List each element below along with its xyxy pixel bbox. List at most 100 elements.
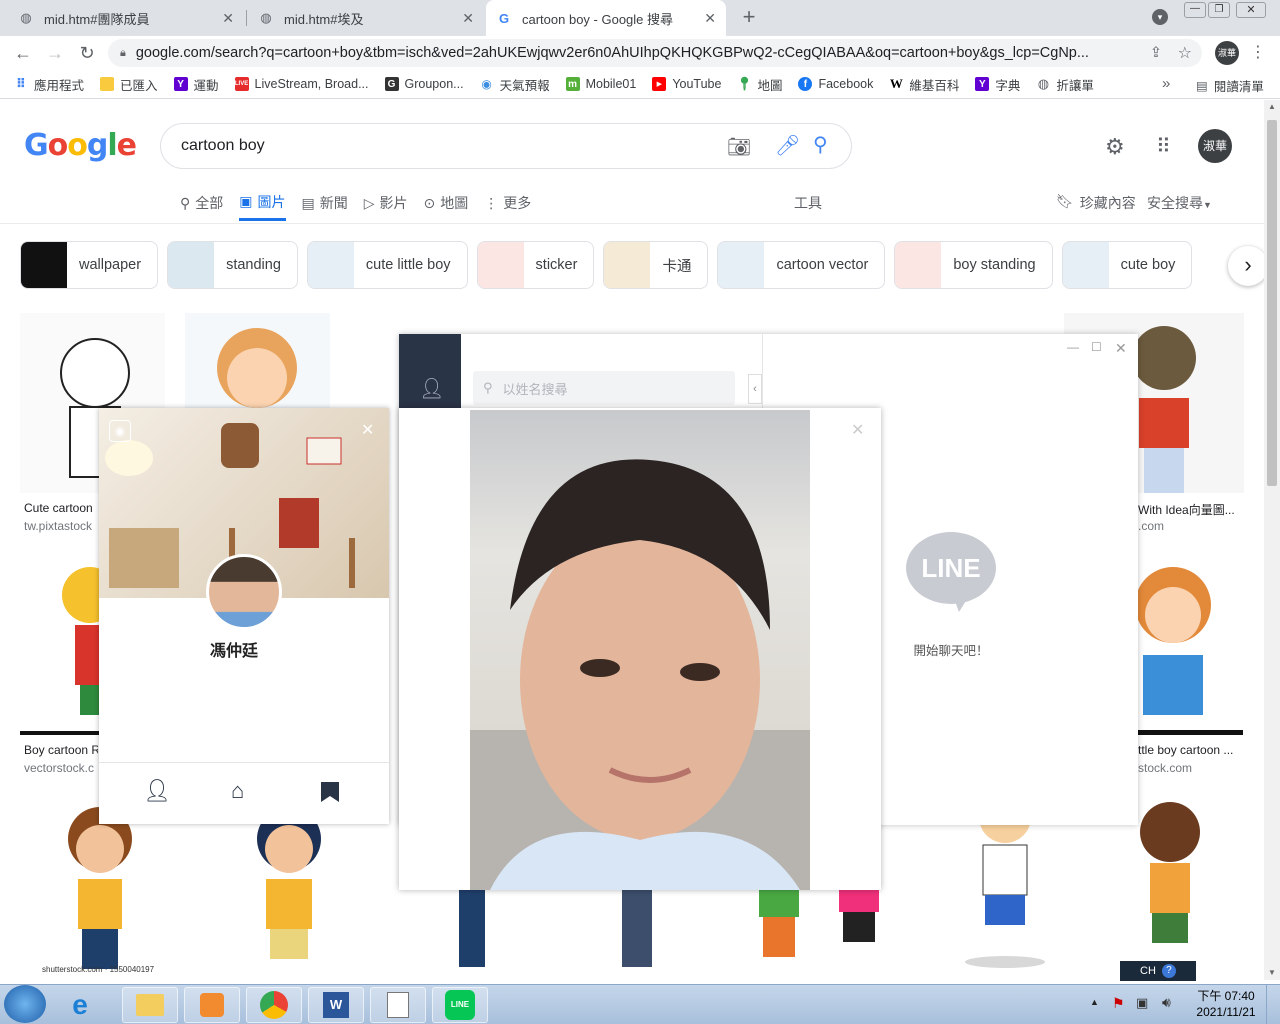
- collapse-list-button[interactable]: ‹: [748, 374, 762, 404]
- forward-arrow-icon[interactable]: →: [40, 38, 70, 68]
- share-icon[interactable]: ⇪: [1150, 45, 1162, 61]
- result-source[interactable]: .com: [1138, 519, 1238, 533]
- account-avatar[interactable]: 淑華: [1198, 129, 1232, 163]
- volume-icon[interactable]: 🔊︎: [1162, 994, 1171, 1011]
- close-icon[interactable]: ✕: [222, 10, 234, 27]
- result-caption[interactable]: Boy cartoon R: [24, 743, 98, 757]
- settings-gear-icon[interactable]: ⚙: [1105, 134, 1125, 160]
- chrome-menu-icon[interactable]: ⋮: [1250, 42, 1266, 62]
- profile-avatar[interactable]: 淑華: [1215, 41, 1239, 65]
- bookmark-facebook[interactable]: f Facebook: [798, 77, 873, 91]
- taskbar-notepad[interactable]: [370, 987, 426, 1023]
- saved-button[interactable]: 🔖︎ 珍藏內容: [1056, 193, 1136, 213]
- show-desktop-button[interactable]: [1266, 985, 1280, 1024]
- bookmark-wikipedia[interactable]: W 維基百科: [889, 75, 960, 94]
- tab-search-icon[interactable]: ▾: [1152, 9, 1168, 25]
- google-apps-icon[interactable]: ⠿: [1156, 134, 1171, 159]
- chip-boy-standing[interactable]: boy standing: [894, 241, 1053, 289]
- taskbar-media-player[interactable]: [184, 987, 240, 1023]
- tab-images[interactable]: ▣ 圖片: [239, 185, 286, 221]
- bookmark-dictionary[interactable]: Y 字典: [975, 75, 1020, 94]
- chip-wallpaper[interactable]: wallpaper: [20, 241, 159, 289]
- bookmark-star-icon[interactable]: ☆: [1178, 43, 1192, 63]
- close-icon[interactable]: ✕: [851, 420, 864, 440]
- line-search-field[interactable]: ⚲ 以姓名搜尋: [473, 371, 735, 405]
- bookmark-groupon[interactable]: G Groupon...: [384, 77, 464, 91]
- bookmark-sports[interactable]: Y 運動: [173, 75, 219, 94]
- bookmark-imported[interactable]: 已匯入: [100, 75, 158, 94]
- bookmark-discount[interactable]: ◍ 折讓單: [1036, 75, 1094, 94]
- profile-settings-icon[interactable]: 👤︎: [143, 778, 171, 804]
- tools-button[interactable]: 工具: [794, 193, 822, 213]
- result-source[interactable]: tw.pixtastock: [24, 519, 98, 533]
- close-button[interactable]: ✕: [1115, 340, 1127, 357]
- search-box[interactable]: cartoon boy 📷︎ 🎤︎ ⚲: [160, 123, 852, 169]
- chip-sticker[interactable]: sticker: [476, 241, 595, 289]
- reading-list-button[interactable]: ▤ 閱讀清單: [1196, 76, 1264, 95]
- page-scrollbar[interactable]: ▲ ▼: [1264, 100, 1280, 980]
- tab-egypt[interactable]: ◍ mid.htm#埃及 ✕: [248, 0, 484, 36]
- tab-google-search[interactable]: G cartoon boy - Google 搜尋 ✕: [486, 0, 726, 36]
- scrollbar-thumb[interactable]: [1267, 120, 1277, 486]
- close-icon[interactable]: ✕: [704, 10, 716, 27]
- tab-news[interactable]: ▤ 新聞: [302, 185, 348, 221]
- back-arrow-icon[interactable]: ←: [8, 38, 38, 68]
- chip-cute-boy[interactable]: cute boy: [1061, 241, 1193, 289]
- camera-icon[interactable]: ◉: [109, 420, 131, 442]
- flag-icon[interactable]: ⚑: [1112, 995, 1125, 1012]
- bookmark-icon[interactable]: [321, 782, 339, 802]
- result-source[interactable]: vectorstock.c: [24, 761, 98, 775]
- taskbar-chrome[interactable]: [246, 987, 302, 1023]
- taskbar-file-explorer[interactable]: [122, 987, 178, 1023]
- result-source[interactable]: stock.com: [1138, 761, 1238, 775]
- bookmark-apps[interactable]: ⠿ 應用程式: [14, 75, 84, 94]
- search-icon[interactable]: ⚲: [813, 132, 828, 157]
- taskbar-word[interactable]: W: [308, 987, 364, 1023]
- friends-icon[interactable]: 👤︎: [419, 376, 444, 400]
- google-logo[interactable]: Google: [24, 128, 137, 163]
- tab-videos[interactable]: ▷ 影片: [364, 185, 408, 221]
- profile-avatar[interactable]: [206, 554, 282, 630]
- result-image[interactable]: [204, 797, 378, 977]
- taskbar-line[interactable]: LINE: [432, 987, 488, 1023]
- result-caption[interactable]: Cute cartoon: [24, 501, 98, 515]
- camera-icon[interactable]: 📷︎: [727, 135, 751, 159]
- close-icon[interactable]: ✕: [361, 420, 374, 440]
- network-icon[interactable]: ▣: [1136, 995, 1148, 1011]
- maximize-button[interactable]: ☐: [1091, 340, 1102, 354]
- tab-more[interactable]: ⋮ 更多: [484, 185, 531, 221]
- chips-next-button[interactable]: ›: [1228, 246, 1264, 286]
- chip-standing[interactable]: standing: [167, 241, 298, 289]
- tab-all[interactable]: ⚲ 全部: [180, 185, 223, 221]
- scroll-up-arrow-icon[interactable]: ▲: [1268, 102, 1276, 111]
- clock[interactable]: 下午 07:40 2021/11/21: [1192, 988, 1260, 1020]
- minimize-button[interactable]: —: [1067, 340, 1079, 354]
- chip-cute-little-boy[interactable]: cute little boy: [306, 241, 468, 289]
- tab-maps[interactable]: ⊙ 地圖: [424, 185, 469, 221]
- start-button[interactable]: [4, 985, 46, 1023]
- microphone-icon[interactable]: 🎤︎: [775, 133, 800, 158]
- show-hidden-icons[interactable]: ▲: [1090, 997, 1099, 1007]
- tab-team[interactable]: ◍ mid.htm#團隊成員 ✕: [8, 0, 244, 36]
- close-window-button[interactable]: ✕: [1236, 2, 1266, 18]
- result-caption[interactable]: With Idea向量圖...: [1138, 501, 1238, 518]
- bookmark-mobile01[interactable]: m Mobile01: [565, 77, 636, 91]
- bookmark-livestream[interactable]: LIVE LiveStream, Broad...: [234, 77, 369, 91]
- bookmark-maps[interactable]: 📍︎ 地圖: [736, 75, 782, 94]
- ime-indicator[interactable]: CH?: [1120, 961, 1196, 981]
- new-tab-button[interactable]: +: [738, 6, 760, 28]
- restore-window-button[interactable]: ❐: [1208, 2, 1230, 18]
- search-input[interactable]: cartoon boy: [181, 137, 265, 155]
- result-image[interactable]: shutterstock.com · 1550040197: [20, 797, 184, 977]
- home-icon[interactable]: ⌂: [231, 778, 244, 804]
- chip-cartoon-vector[interactable]: cartoon vector: [717, 241, 886, 289]
- result-caption[interactable]: ttle boy cartoon ...: [1138, 743, 1238, 757]
- close-icon[interactable]: ✕: [462, 10, 474, 27]
- address-bar[interactable]: 🔒︎ google.com/search?q=cartoon+boy&tbm=i…: [108, 39, 1202, 67]
- minimize-window-button[interactable]: —: [1184, 2, 1206, 18]
- reload-icon[interactable]: ↻: [72, 38, 102, 68]
- chip-cartoon-zh[interactable]: 卡通: [603, 241, 709, 289]
- bookmark-weather[interactable]: ◉ 天氣預報: [480, 75, 549, 94]
- bookmarks-overflow-button[interactable]: »: [1162, 75, 1170, 92]
- safe-search-button[interactable]: 安全搜尋▼: [1147, 193, 1212, 213]
